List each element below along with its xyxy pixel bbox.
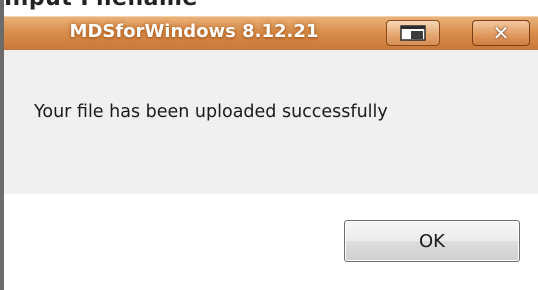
dialog-message: Your file has been uploaded successfully [34,102,388,122]
title-bar[interactable]: MDSforWindows 8.12.21 ✕ [4,16,538,50]
restore-button[interactable] [386,20,440,46]
close-icon: ✕ [492,21,510,45]
restore-icon [400,25,426,41]
dialog-title: MDSforWindows 8.12.21 [69,21,319,42]
close-button[interactable]: ✕ [472,20,530,46]
dialog-content: Your file has been uploaded successfully [4,50,538,194]
background-label: Input Filename [4,0,198,11]
ok-button[interactable]: OK [344,220,520,262]
dialog-footer: OK [4,194,538,290]
message-dialog: MDSforWindows 8.12.21 ✕ Your file has be… [4,16,538,290]
